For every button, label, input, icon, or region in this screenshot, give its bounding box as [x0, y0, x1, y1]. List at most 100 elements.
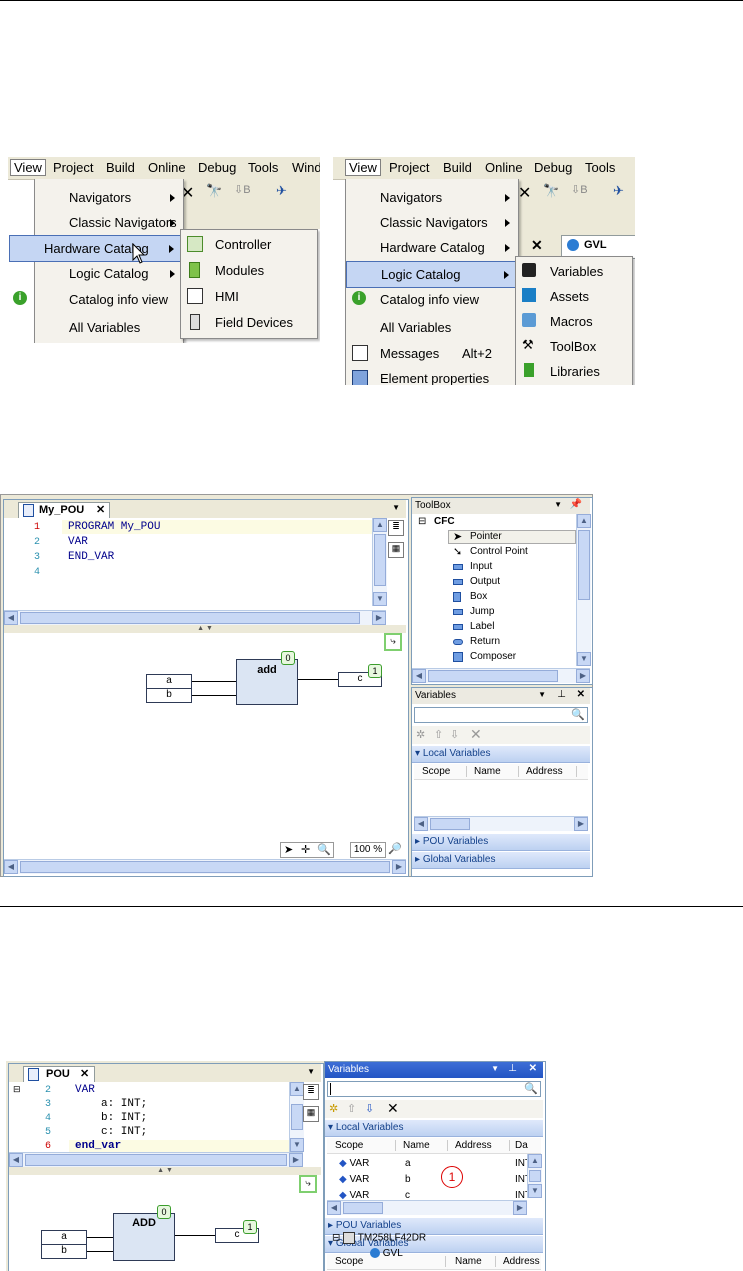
menuitem-logic-catalog[interactable]: Logic Catalog	[35, 261, 183, 286]
declaration-editor[interactable]: 1 PROGRAM My_POU 2 VAR 3 END_VAR 4	[4, 518, 374, 610]
toolbox-item-label[interactable]: Label	[470, 621, 494, 632]
vertical-scrollbar[interactable]: ▲ ▼	[289, 1082, 304, 1152]
tree-node-gvl[interactable]: GVL	[370, 1248, 403, 1259]
dropdown-arrow-icon[interactable]: ▼	[491, 1064, 499, 1073]
local-variables-header[interactable]: ▾ Local Variables	[325, 1120, 543, 1137]
textual-view-icon[interactable]: ≣	[388, 520, 404, 536]
pou-variables-header[interactable]: ▸ POU Variables	[412, 834, 590, 851]
menu-view[interactable]: View	[10, 159, 46, 176]
horizontal-scrollbar[interactable]: ◀ ▶	[9, 1152, 303, 1167]
move-down-icon[interactable]: ⇩	[450, 728, 459, 741]
textual-view-icon[interactable]: ≣	[303, 1084, 319, 1100]
input-variable-a[interactable]: a	[146, 674, 192, 689]
tabular-view-icon[interactable]: ▦	[388, 542, 404, 558]
column-address[interactable]: Address	[455, 1140, 510, 1151]
pin-icon[interactable]: ⊥	[557, 689, 566, 700]
horizontal-scrollbar[interactable]: ◀ ▶	[414, 816, 588, 831]
menu-build[interactable]: Build	[106, 160, 135, 175]
toolbox-group[interactable]: CFC	[434, 516, 455, 527]
menu-tools[interactable]: Tools	[248, 160, 278, 175]
menuitem-classic-navigators[interactable]: Classic Navigators	[346, 210, 518, 235]
search-icon[interactable]: 🔍	[571, 708, 585, 721]
menu-tools[interactable]: Tools	[585, 160, 615, 175]
vertical-scrollbar[interactable]: ▲ ▼	[527, 1154, 542, 1198]
toolbox-item-pointer[interactable]: Pointer	[470, 531, 502, 542]
menuitem-all-variables[interactable]: All Variables	[35, 315, 183, 340]
zoom-fit-icon[interactable]: 🔎	[388, 842, 404, 858]
submenu-modules[interactable]: Modules	[181, 258, 317, 283]
column-name[interactable]: Name	[403, 1140, 448, 1151]
table-row[interactable]: ◆ VAR	[339, 1158, 369, 1169]
move-up-icon[interactable]: ⇧	[347, 1102, 356, 1115]
table-row[interactable]: ◆ VAR	[339, 1174, 369, 1185]
submenu-libraries[interactable]: Libraries	[516, 359, 632, 384]
zoom-tool-icon[interactable]: 🔍	[317, 843, 331, 856]
toolbox-item-input[interactable]: Input	[470, 561, 492, 572]
move-up-icon[interactable]: ⇧	[434, 728, 443, 741]
submenu-macros[interactable]: Macros	[516, 309, 632, 334]
collapse-icon[interactable]: ⊟	[418, 516, 426, 527]
menu-project[interactable]: Project	[53, 160, 93, 175]
dropdown-arrow-icon[interactable]: ▼	[538, 690, 546, 699]
menu-online[interactable]: Online	[148, 160, 186, 175]
add-block[interactable]: ADD	[113, 1213, 175, 1261]
menu-view[interactable]: View	[345, 159, 381, 176]
add-block[interactable]: add	[236, 659, 298, 705]
horizontal-scrollbar[interactable]: ◀ ▶	[412, 668, 590, 683]
delete-icon[interactable]: ✕	[387, 1100, 399, 1117]
toolbox-item-control-point[interactable]: Control Point	[470, 546, 528, 557]
pin-icon[interactable]: ⊥	[508, 1063, 517, 1074]
horizontal-scrollbar[interactable]: ◀ ▶	[4, 859, 406, 874]
menuitem-hardware-catalog[interactable]: Hardware Catalog	[9, 235, 183, 262]
menuitem-catalog-info-view[interactable]: i Catalog info view	[346, 287, 518, 312]
menu-window[interactable]: Wind	[292, 160, 320, 175]
cfc-mode-icon[interactable]: ⤷	[299, 1175, 317, 1193]
submenu-hmi[interactable]: HMI	[181, 284, 317, 309]
pointer-tool-icon[interactable]: ➤	[284, 843, 293, 856]
menuitem-all-variables[interactable]: All Variables	[346, 315, 518, 340]
menuitem-navigators[interactable]: Navigators	[35, 185, 183, 210]
submenu-field-devices[interactable]: Field Devices	[181, 310, 317, 335]
tab-my-pou[interactable]: My_POU ✕	[18, 502, 110, 519]
column-address[interactable]: Address	[503, 1256, 541, 1267]
menu-online[interactable]: Online	[485, 160, 523, 175]
close-icon[interactable]: ✕	[529, 1063, 537, 1074]
menu-debug[interactable]: Debug	[198, 160, 236, 175]
toolbox-item-jump[interactable]: Jump	[470, 606, 494, 617]
column-scope[interactable]: Scope	[422, 766, 467, 777]
dropdown-arrow-icon[interactable]: ▼	[392, 503, 400, 512]
horizontal-scrollbar[interactable]: ◀ ▶	[327, 1200, 527, 1215]
pin-icon[interactable]: 📌	[570, 499, 582, 510]
menuitem-logic-catalog[interactable]: Logic Catalog	[346, 261, 518, 288]
horizontal-scrollbar[interactable]: ◀ ▶	[4, 610, 386, 625]
menu-build[interactable]: Build	[443, 160, 472, 175]
toolbox-item-composer[interactable]: Composer	[470, 651, 516, 662]
close-icon[interactable]: ✕	[531, 237, 543, 254]
tree-node-controller[interactable]: ⊟ TM258LF42DR	[332, 1232, 426, 1244]
cfc-mode-icon[interactable]: ⤷	[384, 633, 402, 651]
menuitem-classic-navigators[interactable]: Classic Navigators	[35, 210, 183, 235]
input-variable-b[interactable]: b	[41, 1244, 87, 1259]
variables-search-input[interactable]: 🔍	[327, 1081, 541, 1097]
submenu-variables[interactable]: Variables	[516, 259, 632, 284]
close-tab-icon[interactable]: ✕	[80, 1067, 89, 1080]
dropdown-arrow-icon[interactable]: ▼	[554, 500, 562, 509]
submenu-controller[interactable]: Controller	[181, 232, 317, 257]
add-variable-icon[interactable]: ✲	[416, 728, 425, 741]
declaration-editor[interactable]: ⊟ 2 VAR 3 a: INT; 4 b: INT; 5 c: INT; 6 …	[9, 1082, 289, 1154]
move-down-icon[interactable]: ⇩	[365, 1102, 374, 1115]
local-variables-header[interactable]: ▾ Local Variables	[412, 746, 590, 763]
tabular-view-icon[interactable]: ▦	[303, 1106, 319, 1122]
input-variable-a[interactable]: a	[41, 1230, 87, 1245]
menuitem-hardware-catalog[interactable]: Hardware Catalog	[346, 235, 518, 260]
toolbox-item-box[interactable]: Box	[470, 591, 487, 602]
dropdown-arrow-icon[interactable]: ▼	[307, 1067, 315, 1076]
splitter[interactable]: ▲ ▼	[4, 625, 406, 633]
menuitem-navigators[interactable]: Navigators	[346, 185, 518, 210]
menuitem-messages[interactable]: Messages Alt+2	[346, 341, 518, 366]
cfc-canvas[interactable]: ⤷ a b ADD 0 c 1	[9, 1175, 321, 1271]
close-tab-icon[interactable]: ✕	[96, 503, 105, 516]
variables-search-input[interactable]: 🔍	[414, 707, 588, 723]
delete-icon[interactable]: ✕	[470, 726, 482, 743]
column-datatype[interactable]: Da	[515, 1140, 528, 1151]
